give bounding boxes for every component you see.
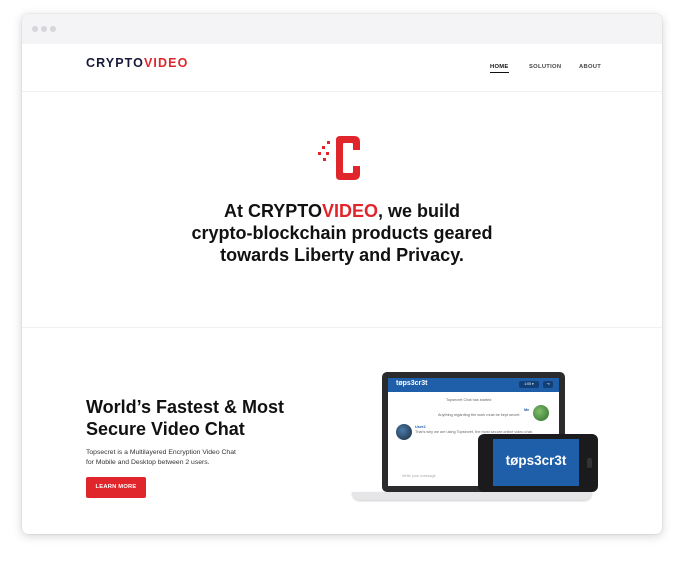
feature-desc-line-1: Topsecret is a Multilayered Encryption V…	[86, 449, 236, 456]
chat-me-name: Me	[524, 408, 530, 412]
feature-desc-line-2: for Mobile and Desktop between 2 users.	[86, 459, 210, 466]
window-dot-close[interactable]	[32, 26, 38, 32]
window-dot-maximize[interactable]	[50, 26, 56, 32]
chat-me-message: Anything regarding the work must be kept…	[438, 413, 521, 417]
phone-screen: tøps3cr3t	[493, 439, 579, 486]
hero-headline: At CRYPTOVIDEO, we build crypto-blockcha…	[22, 200, 662, 266]
hero-brand-crypto: CRYPTO	[247, 201, 322, 221]
user2-avatar	[396, 424, 412, 440]
cryptovideo-c-logo-icon	[318, 136, 360, 180]
hero-line-1: At CRYPTOVIDEO, we build	[22, 200, 662, 222]
window-dot-minimize[interactable]	[41, 26, 47, 32]
site-header: CRYPTOVIDEO HOME SOLUTION ABOUT	[22, 44, 662, 92]
app-header: tøps3cr3t 1:05 ▾ ⇥	[388, 378, 559, 392]
me-avatar	[533, 405, 549, 421]
hero-line-1-suffix: , we build	[378, 201, 461, 221]
feature-title: World’s Fastest & Most Secure Video Chat	[86, 396, 346, 440]
feature-section: World’s Fastest & Most Secure Video Chat…	[22, 328, 662, 533]
hero-line-2: crypto-blockchain products geared	[191, 223, 493, 243]
chat-user2-name: User2	[415, 425, 426, 429]
hero-line-3: towards Liberty and Privacy.	[220, 245, 464, 265]
browser-chrome	[22, 14, 662, 44]
chat-status: Topsecret Chat has started	[446, 398, 492, 402]
hero-brand-video: VIDEO	[321, 201, 378, 221]
message-input[interactable]: Write your message	[402, 474, 436, 478]
feature-description: Topsecret is a Multilayered Encryption V…	[86, 448, 286, 468]
laptop-base	[352, 492, 592, 500]
phone-brand: tøps3cr3t	[505, 453, 567, 468]
feature-title-line-1: World’s Fastest & Most	[86, 397, 285, 417]
logo-part-video: VIDEO	[144, 56, 189, 70]
app-exit-icon[interactable]: ⇥	[543, 381, 553, 388]
browser-window: CRYPTOVIDEO HOME SOLUTION ABOUT At CRYPT…	[22, 14, 662, 534]
hero-section: At CRYPTOVIDEO, we build crypto-blockcha…	[22, 92, 662, 328]
phone-home-button	[587, 458, 592, 468]
site-logo[interactable]: CRYPTOVIDEO	[86, 56, 188, 70]
nav-home[interactable]: HOME	[490, 64, 509, 73]
hero-line-1-prefix: At	[223, 201, 248, 221]
learn-more-button[interactable]: LEARN MORE	[86, 477, 146, 498]
app-timer-dropdown[interactable]: 1:05 ▾	[519, 381, 539, 388]
logo-part-crypto: CRYPTO	[86, 56, 144, 70]
nav-solution[interactable]: SOLUTION	[529, 64, 561, 70]
phone-mockup: tøps3cr3t	[478, 434, 598, 492]
nav-about[interactable]: ABOUT	[579, 64, 601, 70]
app-brand: tøps3cr3t	[396, 380, 428, 387]
feature-title-line-2: Secure Video Chat	[86, 419, 245, 439]
